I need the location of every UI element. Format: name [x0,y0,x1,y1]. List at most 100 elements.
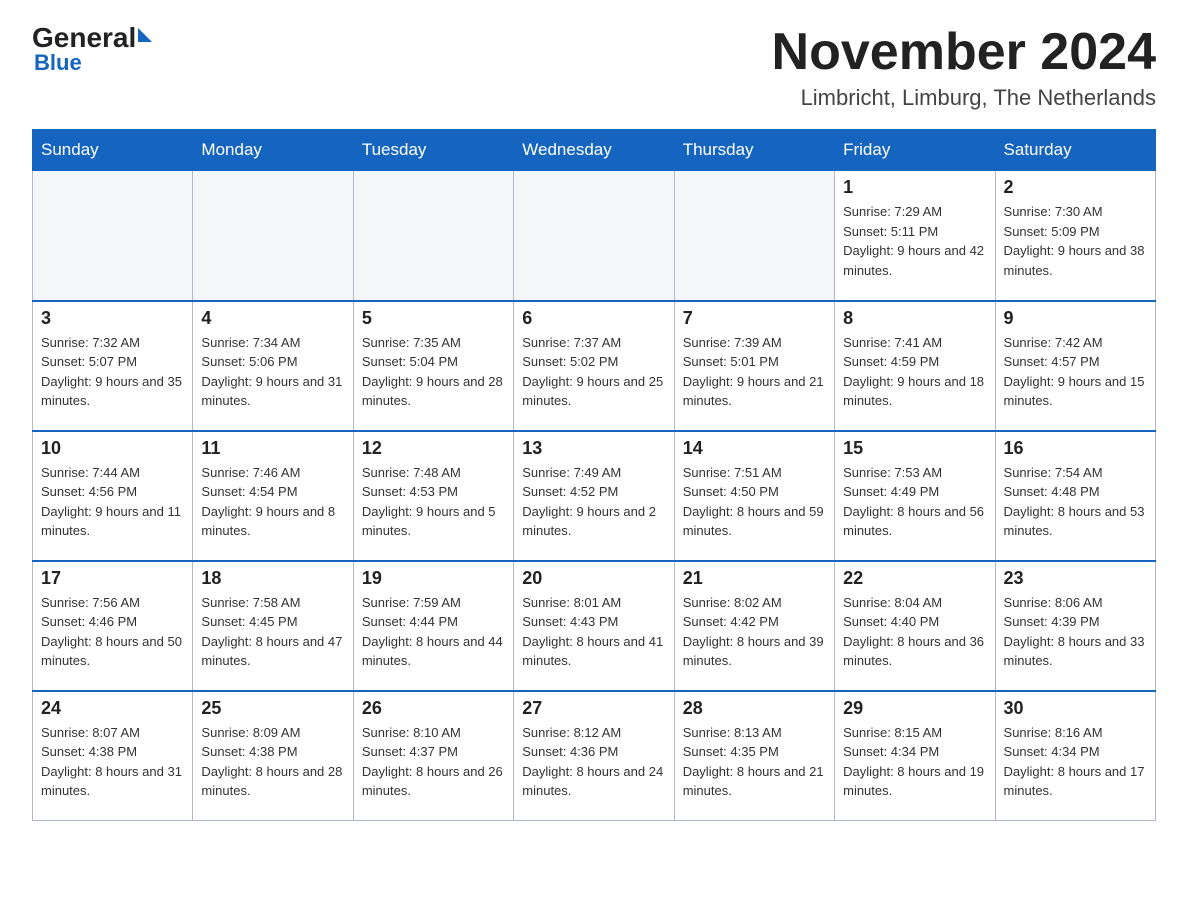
col-wednesday: Wednesday [514,130,674,171]
table-row: 21 Sunrise: 8:02 AMSunset: 4:42 PMDayligh… [674,561,834,691]
day-info: Sunrise: 7:32 AMSunset: 5:07 PMDaylight:… [41,333,184,411]
day-number: 10 [41,438,184,459]
table-row: 16 Sunrise: 7:54 AMSunset: 4:48 PMDayligh… [995,431,1155,561]
day-number: 17 [41,568,184,589]
table-row: 20Sunrise: 8:01 AMSunset: 4:43 PMDayligh… [514,561,674,691]
calendar-week-row: 17 Sunrise: 7:56 AMSunset: 4:46 PMDayligh… [33,561,1156,691]
table-row: 18 Sunrise: 7:58 AMSunset: 4:45 PMDayligh… [193,561,353,691]
calendar-week-row: 24Sunrise: 8:07 AMSunset: 4:38 PMDayligh… [33,691,1156,821]
table-row: 29Sunrise: 8:15 AMSunset: 4:34 PMDayligh… [835,691,995,821]
day-number: 21 [683,568,826,589]
table-row: 11Sunrise: 7:46 AMSunset: 4:54 PMDayligh… [193,431,353,561]
day-info: Sunrise: 7:58 AMSunset: 4:45 PMDaylight:… [201,593,344,671]
day-number: 6 [522,308,665,329]
day-number: 29 [843,698,986,719]
table-row: 26 Sunrise: 8:10 AMSunset: 4:37 PMDayligh… [353,691,513,821]
day-info: Sunrise: 7:35 AMSunset: 5:04 PMDaylight:… [362,333,505,411]
day-number: 14 [683,438,826,459]
day-number: 16 [1004,438,1147,459]
calendar-week-row: 1 Sunrise: 7:29 AMSunset: 5:11 PMDaylight… [33,171,1156,301]
day-number: 13 [522,438,665,459]
table-row: 15 Sunrise: 7:53 AMSunset: 4:49 PMDayligh… [835,431,995,561]
day-number: 25 [201,698,344,719]
table-row: 25 Sunrise: 8:09 AMSunset: 4:38 PMDayligh… [193,691,353,821]
table-row: 14 Sunrise: 7:51 AMSunset: 4:50 PMDayligh… [674,431,834,561]
day-info: Sunrise: 7:49 AMSunset: 4:52 PMDaylight:… [522,463,665,541]
day-number: 5 [362,308,505,329]
table-row: 30 Sunrise: 8:16 AMSunset: 4:34 PMDayligh… [995,691,1155,821]
day-info: Sunrise: 7:34 AMSunset: 5:06 PMDaylight:… [201,333,344,411]
day-info: Sunrise: 8:09 AMSunset: 4:38 PMDaylight:… [201,723,344,801]
col-friday: Friday [835,130,995,171]
logo: General Blue [32,24,152,76]
table-row [514,171,674,301]
table-row: 17 Sunrise: 7:56 AMSunset: 4:46 PMDayligh… [33,561,193,691]
table-row: 4 Sunrise: 7:34 AMSunset: 5:06 PMDaylight… [193,301,353,431]
table-row [674,171,834,301]
calendar-week-row: 3 Sunrise: 7:32 AMSunset: 5:07 PMDaylight… [33,301,1156,431]
day-info: Sunrise: 7:59 AMSunset: 4:44 PMDaylight:… [362,593,505,671]
day-info: Sunrise: 7:51 AMSunset: 4:50 PMDaylight:… [683,463,826,541]
day-number: 11 [201,438,344,459]
day-info: Sunrise: 8:16 AMSunset: 4:34 PMDaylight:… [1004,723,1147,801]
day-info: Sunrise: 7:39 AMSunset: 5:01 PMDaylight:… [683,333,826,411]
day-info: Sunrise: 8:10 AMSunset: 4:37 PMDaylight:… [362,723,505,801]
day-info: Sunrise: 7:42 AMSunset: 4:57 PMDaylight:… [1004,333,1147,411]
col-saturday: Saturday [995,130,1155,171]
table-row: 13 Sunrise: 7:49 AMSunset: 4:52 PMDayligh… [514,431,674,561]
day-number: 3 [41,308,184,329]
day-number: 8 [843,308,986,329]
day-number: 19 [362,568,505,589]
table-row: 19 Sunrise: 7:59 AMSunset: 4:44 PMDayligh… [353,561,513,691]
table-row: 3 Sunrise: 7:32 AMSunset: 5:07 PMDaylight… [33,301,193,431]
table-row: 28 Sunrise: 8:13 AMSunset: 4:35 PMDayligh… [674,691,834,821]
table-row [353,171,513,301]
day-info: Sunrise: 7:54 AMSunset: 4:48 PMDaylight:… [1004,463,1147,541]
col-monday: Monday [193,130,353,171]
day-number: 28 [683,698,826,719]
col-tuesday: Tuesday [353,130,513,171]
table-row: 9 Sunrise: 7:42 AMSunset: 4:57 PMDaylight… [995,301,1155,431]
table-row: 12Sunrise: 7:48 AMSunset: 4:53 PMDayligh… [353,431,513,561]
day-number: 2 [1004,177,1147,198]
table-row: 24Sunrise: 8:07 AMSunset: 4:38 PMDayligh… [33,691,193,821]
day-info: Sunrise: 7:29 AMSunset: 5:11 PMDaylight:… [843,202,986,280]
table-row: 6 Sunrise: 7:37 AMSunset: 5:02 PMDaylight… [514,301,674,431]
day-number: 9 [1004,308,1147,329]
logo-general: General [32,24,136,52]
day-number: 22 [843,568,986,589]
day-number: 4 [201,308,344,329]
day-info: Sunrise: 8:01 AMSunset: 4:43 PMDaylight:… [522,593,665,671]
day-info: Sunrise: 8:07 AMSunset: 4:38 PMDaylight:… [41,723,184,801]
day-number: 30 [1004,698,1147,719]
col-sunday: Sunday [33,130,193,171]
table-row: 1 Sunrise: 7:29 AMSunset: 5:11 PMDaylight… [835,171,995,301]
day-number: 18 [201,568,344,589]
table-row: 7Sunrise: 7:39 AMSunset: 5:01 PMDaylight… [674,301,834,431]
day-info: Sunrise: 8:02 AMSunset: 4:42 PMDaylight:… [683,593,826,671]
day-info: Sunrise: 7:37 AMSunset: 5:02 PMDaylight:… [522,333,665,411]
table-row [193,171,353,301]
day-info: Sunrise: 8:06 AMSunset: 4:39 PMDaylight:… [1004,593,1147,671]
table-row: 8 Sunrise: 7:41 AMSunset: 4:59 PMDaylight… [835,301,995,431]
day-number: 12 [362,438,505,459]
table-row: 23 Sunrise: 8:06 AMSunset: 4:39 PMDayligh… [995,561,1155,691]
calendar-week-row: 10Sunrise: 7:44 AMSunset: 4:56 PMDayligh… [33,431,1156,561]
day-number: 1 [843,177,986,198]
calendar-table: Sunday Monday Tuesday Wednesday Thursday… [32,129,1156,821]
day-info: Sunrise: 8:12 AMSunset: 4:36 PMDaylight:… [522,723,665,801]
table-row: 27 Sunrise: 8:12 AMSunset: 4:36 PMDayligh… [514,691,674,821]
day-info: Sunrise: 8:13 AMSunset: 4:35 PMDaylight:… [683,723,826,801]
day-number: 15 [843,438,986,459]
day-number: 23 [1004,568,1147,589]
page-subtitle: Limbricht, Limburg, The Netherlands [772,85,1156,111]
day-number: 26 [362,698,505,719]
day-info: Sunrise: 7:41 AMSunset: 4:59 PMDaylight:… [843,333,986,411]
day-number: 27 [522,698,665,719]
table-row: 5 Sunrise: 7:35 AMSunset: 5:04 PMDaylight… [353,301,513,431]
day-info: Sunrise: 7:53 AMSunset: 4:49 PMDaylight:… [843,463,986,541]
page-title: November 2024 [772,24,1156,81]
table-row: 2Sunrise: 7:30 AMSunset: 5:09 PMDaylight… [995,171,1155,301]
day-info: Sunrise: 7:56 AMSunset: 4:46 PMDaylight:… [41,593,184,671]
day-info: Sunrise: 8:04 AMSunset: 4:40 PMDaylight:… [843,593,986,671]
